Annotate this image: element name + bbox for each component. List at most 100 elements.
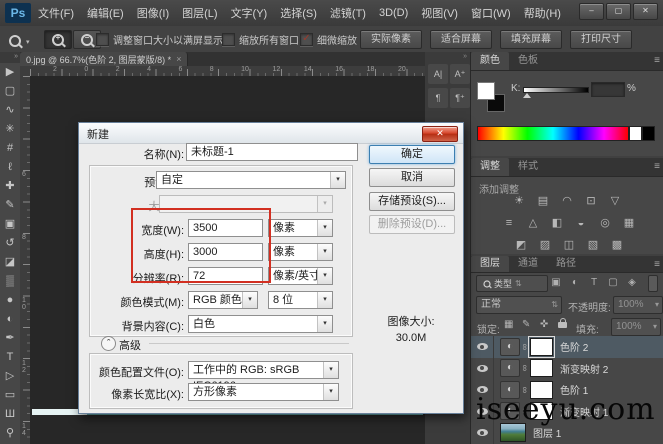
exposure-icon[interactable]: ⊡ xyxy=(581,192,601,210)
width-unit-select[interactable]: 像素 ▾ xyxy=(268,219,333,237)
adjustment-layer-thumbnail[interactable]: ◐ xyxy=(500,338,520,356)
fill-select[interactable]: 100% ▾ xyxy=(611,318,661,336)
options-button-3[interactable]: 打印尺寸 xyxy=(570,30,632,49)
color-lookup-icon[interactable]: ▦ xyxy=(619,214,639,232)
cancel-button[interactable]: 取消 xyxy=(369,168,455,187)
options-button-2[interactable]: 填充屏幕 xyxy=(500,30,562,49)
tab-swatches[interactable]: 色板 xyxy=(509,52,547,70)
rectangular-marquee-tool-icon[interactable]: ▢ xyxy=(0,82,20,101)
checkbox-0[interactable] xyxy=(96,33,109,46)
filter-smart-objects-icon[interactable]: ◈ xyxy=(625,275,639,290)
k-slider[interactable] xyxy=(523,87,589,93)
tab-color[interactable]: 颜色 xyxy=(471,52,509,70)
menu-item-2[interactable]: 图像(I) xyxy=(137,5,169,21)
quick-selection-tool-icon[interactable]: ✳ xyxy=(0,120,20,139)
gradient-map-icon[interactable]: ▧ xyxy=(583,236,603,254)
hue-saturation-icon[interactable]: ≡ xyxy=(499,214,519,232)
menu-item-7[interactable]: 3D(D) xyxy=(379,7,408,19)
document-close-icon[interactable]: × xyxy=(176,54,181,64)
foreground-color-swatch[interactable] xyxy=(477,82,495,100)
tab-adjustments[interactable]: 调整 xyxy=(471,158,509,176)
tab-layers[interactable]: 图层 xyxy=(471,256,509,272)
rectangle-shape-tool-icon[interactable]: ▭ xyxy=(0,386,20,405)
brush-tool-icon[interactable]: ✎ xyxy=(0,196,20,215)
width-input[interactable]: 3500 xyxy=(188,219,263,237)
document-tab[interactable]: 0.jpg @ 66.7%(色阶 2, 图层蒙版/8) * × xyxy=(20,52,188,66)
channel-mixer-icon[interactable]: ◎ xyxy=(595,214,615,232)
filter-toggle-switch[interactable] xyxy=(648,275,658,292)
levels-icon[interactable]: ▤ xyxy=(533,192,553,210)
resolution-input[interactable]: 72 xyxy=(188,267,263,285)
lock-all-icon[interactable] xyxy=(558,322,567,328)
pixel-aspect-select[interactable]: 方形像素 ▾ xyxy=(188,383,339,401)
lock-image-pixels-icon[interactable]: ✎ xyxy=(522,319,530,330)
save-preset-button[interactable]: 存储预设(S)... xyxy=(369,192,455,211)
menu-item-1[interactable]: 编辑(E) xyxy=(87,5,124,21)
color-spectrum-ramp[interactable] xyxy=(477,126,629,141)
crop-tool-icon[interactable]: # xyxy=(0,139,20,158)
color-profile-select[interactable]: 工作中的 RGB: sRGB IEC6196... ▾ xyxy=(188,361,339,379)
ok-button[interactable]: 确定 xyxy=(369,145,455,164)
dialog-title-bar[interactable]: 新建 xyxy=(79,123,463,144)
eraser-tool-icon[interactable]: ◪ xyxy=(0,253,20,272)
posterize-icon[interactable]: ▨ xyxy=(535,236,555,254)
visibility-toggle[interactable] xyxy=(471,336,494,358)
dialog-close-button[interactable]: ✕ xyxy=(422,126,458,142)
history-brush-tool-icon[interactable]: ↺ xyxy=(0,234,20,253)
tab-paths[interactable]: 路径 xyxy=(547,256,585,272)
eyedropper-tool-icon[interactable]: ℓ xyxy=(0,158,20,177)
options-button-0[interactable]: 实际像素 xyxy=(360,30,422,49)
lock-transparent-pixels-icon[interactable]: ▦ xyxy=(504,319,513,330)
k-value-field[interactable] xyxy=(591,82,625,97)
minimize-button[interactable]: – xyxy=(579,3,604,20)
menu-item-3[interactable]: 图层(L) xyxy=(182,5,217,21)
character-styles-panel-icon[interactable]: A⁺ xyxy=(450,64,470,84)
selective-color-icon[interactable]: ▩ xyxy=(607,236,627,254)
layer-row[interactable]: ◐∞渐变映射 2 xyxy=(471,358,663,381)
collapse-dock-icon[interactable]: » xyxy=(425,52,470,61)
opacity-select[interactable]: 100% ▾ xyxy=(613,296,663,314)
layer-name[interactable]: 色阶 2 xyxy=(560,339,588,354)
filter-shape-layers-icon[interactable]: ▢ xyxy=(606,275,620,290)
move-tool-icon[interactable]: ▶ xyxy=(0,63,20,82)
filter-type-layers-icon[interactable]: T xyxy=(587,275,601,290)
zoom-in-button[interactable]: + xyxy=(44,30,72,49)
menu-item-0[interactable]: 文件(F) xyxy=(38,5,74,21)
character-panel-icon[interactable]: A| xyxy=(428,64,448,84)
visibility-toggle[interactable] xyxy=(471,358,494,380)
zoom-tool-icon[interactable]: ⚲ xyxy=(0,424,20,443)
gradient-tool-icon[interactable]: ▒ xyxy=(0,272,20,291)
lasso-tool-icon[interactable]: ∿ xyxy=(0,101,20,120)
height-unit-select[interactable]: 像素 ▾ xyxy=(268,243,333,261)
type-tool-icon[interactable]: T xyxy=(0,348,20,367)
black-white-icon[interactable]: ◧ xyxy=(547,214,567,232)
close-button[interactable]: ✕ xyxy=(633,3,658,20)
height-input[interactable]: 3000 xyxy=(188,243,263,261)
clone-stamp-tool-icon[interactable]: ▣ xyxy=(0,215,20,234)
white-ramp-swatch[interactable] xyxy=(629,126,642,141)
paragraph-styles-panel-icon[interactable]: ¶⁺ xyxy=(450,88,470,108)
hand-tool-icon[interactable]: Ш xyxy=(0,405,20,424)
dodge-tool-icon[interactable]: ◐ xyxy=(0,310,20,329)
photo-filter-icon[interactable]: ◒ xyxy=(571,214,591,232)
layer-mask-thumbnail[interactable] xyxy=(530,338,553,356)
blend-mode-select[interactable]: 正常 ⇅ xyxy=(476,296,562,314)
layer-name[interactable]: 图层 1 xyxy=(533,425,561,440)
brightness-contrast-icon[interactable]: ☀ xyxy=(509,192,529,210)
pen-tool-icon[interactable]: ✒ xyxy=(0,329,20,348)
bit-depth-select[interactable]: 8 位 ▾ xyxy=(268,291,333,309)
menu-item-5[interactable]: 选择(S) xyxy=(280,5,317,21)
panel-menu-icon[interactable]: ≡ xyxy=(654,259,660,270)
tool-preset-caret-icon[interactable]: ▾ xyxy=(26,38,30,46)
path-selection-tool-icon[interactable]: ▷ xyxy=(0,367,20,386)
checkbox-1[interactable] xyxy=(222,33,235,46)
menu-item-8[interactable]: 视图(V) xyxy=(421,5,458,21)
menu-item-4[interactable]: 文字(Y) xyxy=(231,5,268,21)
tab-channels[interactable]: 通道 xyxy=(509,256,547,272)
menu-item-9[interactable]: 窗口(W) xyxy=(471,5,511,21)
checkbox-2[interactable]: ✓ xyxy=(300,33,313,46)
preset-select[interactable]: 自定 ▾ xyxy=(156,171,346,189)
color-balance-icon[interactable]: △ xyxy=(523,214,543,232)
options-button-1[interactable]: 适合屏幕 xyxy=(430,30,492,49)
lock-position-icon[interactable]: ✜ xyxy=(540,319,548,330)
